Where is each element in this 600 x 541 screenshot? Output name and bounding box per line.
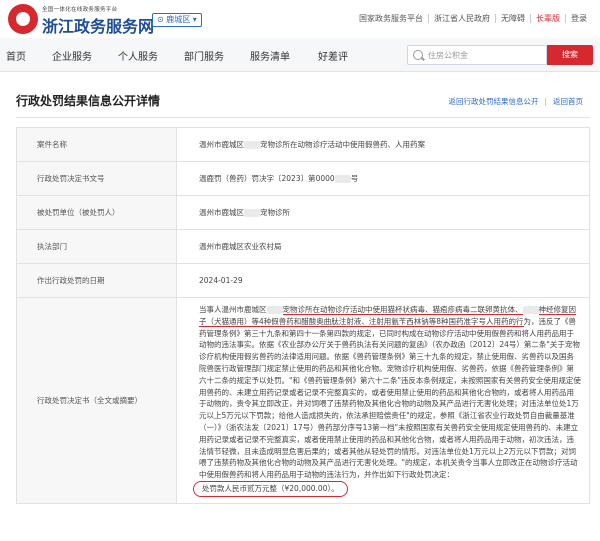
nav-department-services[interactable]: 部门服务 bbox=[184, 48, 224, 63]
location-pin-icon: ⊙ bbox=[157, 15, 164, 24]
nav-personal-services[interactable]: 个人服务 bbox=[118, 48, 158, 63]
decision-value: 当事人温州市鹿城区 宠物诊所在动物诊疗活动中使用猫杯状病毒、猫疱疹病毒二联卵黄抗体… bbox=[176, 297, 590, 504]
redacted-text bbox=[244, 209, 260, 217]
redacted-text bbox=[244, 141, 260, 149]
search-icon bbox=[413, 50, 423, 60]
return-links: 返回行政处罚结果信息公开 | 返回首页 bbox=[445, 96, 586, 107]
search-box bbox=[407, 45, 547, 65]
department-value: 温州市鹿城区农业农村局 bbox=[176, 229, 590, 264]
table-row: 行政处罚决定书（全文或摘要） 当事人温州市鹿城区 宠物诊所在动物诊疗活动中使用猫杯… bbox=[16, 297, 590, 504]
search-button[interactable]: 搜索 bbox=[547, 45, 593, 65]
separator: | bbox=[544, 97, 547, 106]
party-value: 温州市鹿城区 宠物诊所 bbox=[176, 195, 590, 230]
region-label: 鹿城区 bbox=[166, 15, 191, 24]
table-row: 被处罚单位（被处罚人） 温州市鹿城区 宠物诊所 bbox=[16, 195, 590, 230]
doc-number-label: 行政处罚决定书文号 bbox=[16, 161, 177, 196]
penalty-detail-table: 案件名称 温州市鹿城区 宠物诊所在动物诊疗活动中使用假兽药、人用药案 行政处罚决定… bbox=[16, 127, 590, 504]
department-label: 执法部门 bbox=[16, 229, 177, 264]
case-name-label: 案件名称 bbox=[16, 127, 177, 162]
nav-rating[interactable]: 好差评 bbox=[318, 48, 348, 63]
party-label: 被处罚单位（被处罚人） bbox=[16, 195, 177, 230]
redacted-text bbox=[522, 306, 539, 314]
search-input[interactable] bbox=[428, 49, 543, 62]
fine-amount: 处罚款人民币贰万元整（¥20,000.00）。 bbox=[193, 480, 348, 497]
chevron-down-icon: ▾ bbox=[192, 15, 197, 24]
case-name-value: 温州市鹿城区 宠物诊所在动物诊疗活动中使用假兽药、人用药案 bbox=[176, 127, 590, 162]
doc-number-value: 温鹿罚（兽药）罚决字〔2023〕第0000 号 bbox=[176, 161, 590, 196]
date-label: 作出行政处罚的日期 bbox=[16, 263, 177, 298]
logo-title[interactable]: 浙江政务服务网 bbox=[42, 13, 154, 37]
region-selector[interactable]: ⊙ 鹿城区 ▾ bbox=[152, 13, 202, 27]
table-row: 执法部门 温州市鹿城区农业农村局 bbox=[16, 229, 590, 264]
table-row: 行政处罚决定书文号 温鹿罚（兽药）罚决字〔2023〕第0000 号 bbox=[16, 161, 590, 196]
redacted-text bbox=[266, 306, 283, 314]
link-province-government[interactable]: 浙江省人民政府 bbox=[428, 14, 495, 23]
title-divider bbox=[16, 117, 590, 118]
redacted-text bbox=[334, 175, 351, 183]
link-national-platform[interactable]: 国家政务服务平台 bbox=[354, 14, 428, 23]
return-to-list-link[interactable]: 返回行政处罚结果信息公开 bbox=[445, 97, 541, 106]
page-title: 行政处罚结果信息公开详情 bbox=[16, 94, 161, 108]
decision-label: 行政处罚决定书（全文或摘要） bbox=[16, 297, 177, 504]
logo-subtitle: 全国一体化在线政务服务平台 bbox=[42, 7, 118, 13]
zhejiang-logo-icon[interactable] bbox=[8, 4, 38, 34]
site-header: 全国一体化在线政务服务平台 浙江政务服务网 ⊙ 鹿城区 ▾ 国家政务服务平台 浙… bbox=[0, 0, 600, 38]
nav-enterprise-services[interactable]: 企业服务 bbox=[52, 48, 92, 63]
link-login[interactable]: 登录 bbox=[565, 14, 592, 23]
link-accessibility[interactable]: 无障碍 bbox=[495, 14, 530, 23]
return-home-link[interactable]: 返回首页 bbox=[550, 97, 586, 106]
link-elder-version[interactable]: 长辈版 bbox=[530, 14, 565, 23]
nav-home[interactable]: 首页 bbox=[6, 48, 26, 63]
top-links: 国家政务服务平台 浙江省人民政府 无障碍 长辈版 登录 bbox=[354, 14, 592, 23]
nav-service-list[interactable]: 服务清单 bbox=[250, 48, 290, 63]
date-value: 2024-01-29 bbox=[176, 263, 590, 298]
table-row: 案件名称 温州市鹿城区 宠物诊所在动物诊疗活动中使用假兽药、人用药案 bbox=[16, 127, 590, 162]
table-row: 作出行政处罚的日期 2024-01-29 bbox=[16, 263, 590, 298]
